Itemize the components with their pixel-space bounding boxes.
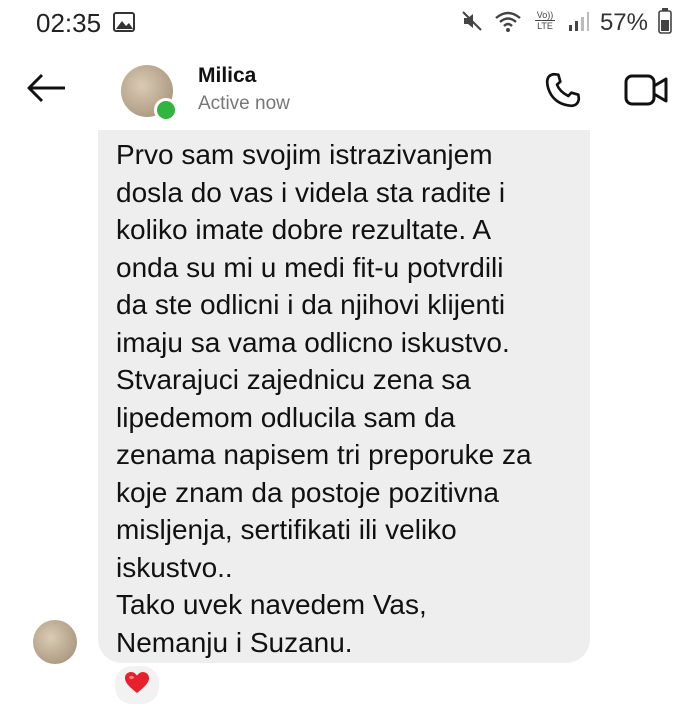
video-camera-icon[interactable] <box>623 72 669 113</box>
message-line: iskustvo.. <box>116 551 233 583</box>
message-line: misljenja, sertifikati ili veliko <box>116 514 457 545</box>
heart-reaction[interactable] <box>113 664 161 706</box>
signal-icon <box>568 10 590 37</box>
wifi-icon <box>494 9 522 38</box>
contact-name[interactable]: Milica <box>198 64 256 88</box>
message-line: onda su mi u medi fit-u potvrdili <box>116 251 504 283</box>
message-line: Tako uvek navedem Vas, <box>116 589 427 620</box>
message-line: Prvo sam svojim istrazivanjem <box>116 139 493 170</box>
chat-header: Milica Active now <box>0 50 700 130</box>
message-bubble[interactable]: Prvo sam svojim istrazivanjem dosla do v… <box>98 130 590 663</box>
contact-status: Active now <box>198 93 290 114</box>
message-line: imaju sa vama odlicno iskustvo. <box>116 326 510 358</box>
message-line: dosla do vas i videla sta radite i <box>116 176 506 208</box>
svg-text:Vo)): Vo)) <box>537 10 554 20</box>
volte-icon: Vo)) LTE <box>532 8 558 39</box>
mute-icon <box>460 9 484 38</box>
message-line: da ste odlicni i da njihovi klijenti <box>116 289 506 320</box>
heart-icon <box>124 671 150 700</box>
message-line: Stvarajuci zajednicu zena sa <box>116 364 471 395</box>
status-bar: 02:35 Vo)) LTE 57% <box>0 0 700 46</box>
status-icons: Vo)) LTE 57% <box>460 6 672 40</box>
battery-percent: 57% <box>599 9 648 36</box>
message-line: lipedemom odlucila sam da <box>116 401 456 433</box>
message-line: koje znam da postoje pozitivna <box>116 476 499 508</box>
message-line: zenama napisem tri preporuke za <box>116 439 532 470</box>
online-indicator <box>154 98 178 122</box>
message-line: koliko imate dobre rezultate. A <box>116 214 492 245</box>
message-line: Nemanju i Suzanu. <box>116 626 353 658</box>
back-arrow-icon[interactable] <box>26 72 68 109</box>
battery-icon <box>658 7 672 39</box>
svg-text:LTE: LTE <box>537 21 553 31</box>
phone-icon[interactable] <box>543 70 583 115</box>
sender-avatar[interactable] <box>33 620 77 664</box>
gallery-icon <box>113 12 135 37</box>
status-time: 02:35 <box>36 8 102 38</box>
